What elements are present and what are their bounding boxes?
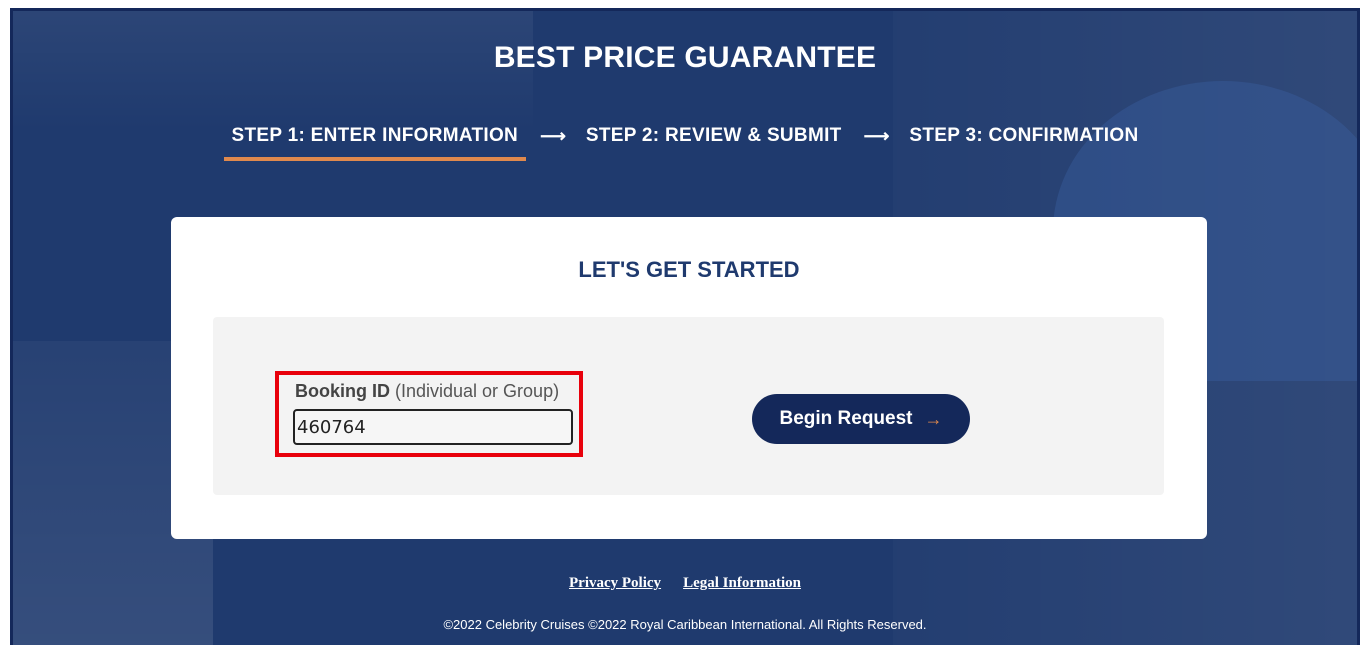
arrow-right-icon: →: [924, 408, 943, 429]
legal-information-link[interactable]: Legal Information: [683, 575, 801, 592]
step-arrow-icon: ⟶: [863, 125, 890, 146]
booking-id-input[interactable]: [293, 409, 573, 445]
step-arrow-icon: ⟶: [540, 125, 566, 146]
step-2-review-submit: STEP 2: REVIEW & SUBMIT: [585, 125, 842, 146]
privacy-policy-link[interactable]: Privacy Policy: [569, 575, 661, 592]
card-title: LET'S GET STARTED: [578, 257, 800, 282]
footer-links: Privacy Policy Legal Information: [13, 575, 1357, 592]
copyright-text: ©2022 Celebrity Cruises ©2022 Royal Cari…: [443, 617, 927, 632]
booking-id-label-strong: Booking ID: [295, 381, 390, 401]
step-1-enter-information: STEP 1: ENTER INFORMATION: [223, 125, 527, 161]
step-progress: STEP 1: ENTER INFORMATION ⟶ STEP 2: REVI…: [13, 125, 1357, 161]
step-3-confirmation: STEP 3: CONFIRMATION: [909, 125, 1139, 146]
booking-panel: Booking ID (Individual or Group) Begin R…: [213, 317, 1164, 495]
booking-id-label: Booking ID (Individual or Group): [295, 381, 559, 402]
begin-request-button[interactable]: Begin Request →: [752, 394, 970, 444]
booking-id-label-note: (Individual or Group): [390, 381, 560, 401]
begin-request-label: Begin Request: [779, 408, 913, 429]
get-started-card: LET'S GET STARTED Booking ID (Individual…: [171, 217, 1207, 539]
screenshot-frame: BEST PRICE GUARANTEE STEP 1: ENTER INFOR…: [0, 0, 1364, 645]
page-title: BEST PRICE GUARANTEE: [493, 41, 877, 74]
booking-field-highlight: Booking ID (Individual or Group): [275, 371, 583, 457]
hero-background: BEST PRICE GUARANTEE STEP 1: ENTER INFOR…: [10, 8, 1360, 645]
